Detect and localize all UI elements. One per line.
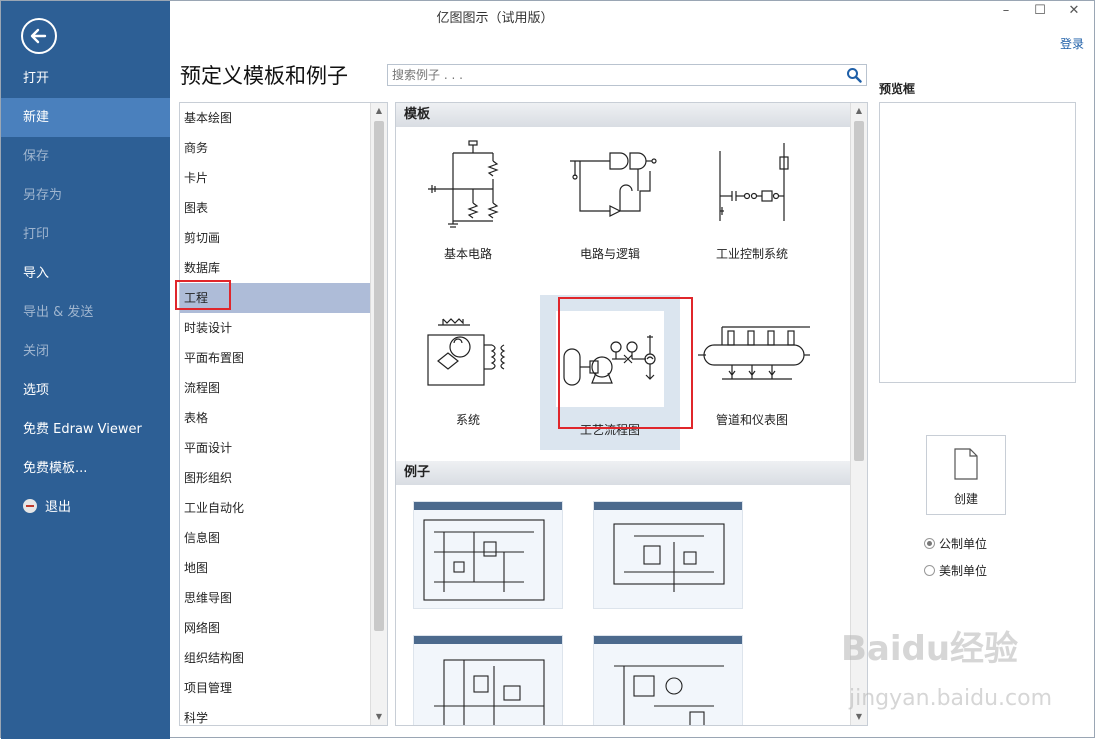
nav-free-templates[interactable]: 免费模板... bbox=[1, 449, 170, 488]
template-label: 管道和仪表图 bbox=[715, 413, 788, 427]
close-button[interactable]: ✕ bbox=[1059, 3, 1089, 21]
scroll-down-icon[interactable]: ▼ bbox=[371, 709, 387, 725]
template-label: 基本电路 bbox=[443, 247, 492, 261]
baidu-watermark-url: jingyan.baidu.com bbox=[849, 686, 1053, 711]
example-thumbnail[interactable] bbox=[593, 635, 743, 725]
nav-exit[interactable]: 退出 bbox=[1, 488, 170, 527]
baidu-watermark: Baidu经验 bbox=[841, 629, 1019, 669]
nav-save[interactable]: 保存 bbox=[1, 137, 170, 176]
preview-box bbox=[879, 102, 1076, 383]
category-item[interactable]: 网络图 bbox=[180, 613, 370, 643]
example-title-bar bbox=[414, 636, 562, 644]
scroll-down-icon[interactable]: ▼ bbox=[851, 709, 867, 725]
category-item[interactable]: 基本绘图 bbox=[180, 103, 370, 133]
scroll-up-icon[interactable]: ▲ bbox=[851, 103, 867, 119]
category-item[interactable]: 数据库 bbox=[180, 253, 370, 283]
template-label: 电路与逻辑 bbox=[579, 247, 640, 261]
template-card-industrial-control[interactable]: 工业控制系统 bbox=[682, 131, 822, 286]
basic-circuit-icon bbox=[428, 140, 499, 228]
annotation-highlight-template bbox=[558, 297, 693, 429]
unit-label: 公制单位 bbox=[939, 537, 988, 551]
category-item[interactable]: 平面设计 bbox=[180, 433, 370, 463]
industrial-control-icon bbox=[719, 143, 789, 221]
example-diagram-icon bbox=[614, 665, 724, 725]
category-item[interactable]: 地图 bbox=[180, 553, 370, 583]
template-card-circuit-logic[interactable]: 电路与逻辑 bbox=[540, 131, 680, 286]
create-button[interactable]: 创建 bbox=[926, 435, 1006, 515]
unit-us[interactable]: 美制单位 bbox=[924, 562, 987, 579]
nav-save-as[interactable]: 另存为 bbox=[1, 176, 170, 215]
nav-import[interactable]: 导入 bbox=[1, 254, 170, 293]
nav-options[interactable]: 选项 bbox=[1, 371, 170, 410]
nav-close[interactable]: 关闭 bbox=[1, 332, 170, 371]
unit-label: 美制单位 bbox=[939, 564, 988, 578]
scrollbar-thumb[interactable] bbox=[374, 121, 384, 631]
category-item[interactable]: 平面布置图 bbox=[180, 343, 370, 373]
category-item[interactable]: 流程图 bbox=[180, 373, 370, 403]
circuit-logic-icon bbox=[570, 152, 657, 217]
examples-header: 例子 bbox=[396, 461, 852, 485]
example-diagram-icon bbox=[613, 523, 725, 592]
category-item[interactable]: 图形组织 bbox=[180, 463, 370, 493]
example-diagram-icon bbox=[423, 519, 545, 601]
scrollbar-thumb[interactable] bbox=[854, 121, 864, 461]
piping-instrumentation-icon bbox=[698, 326, 810, 380]
exit-icon bbox=[23, 499, 37, 513]
nav-export-send[interactable]: 导出 & 发送 bbox=[1, 293, 170, 332]
category-item[interactable]: 图表 bbox=[180, 193, 370, 223]
search-box bbox=[387, 64, 867, 86]
minimize-button[interactable]: – bbox=[991, 3, 1021, 21]
category-item[interactable]: 科学 bbox=[180, 703, 370, 725]
scroll-up-icon[interactable]: ▲ bbox=[371, 103, 387, 119]
radio-checked-icon bbox=[924, 538, 935, 549]
category-item[interactable]: 工业自动化 bbox=[180, 493, 370, 523]
window-title: 亿图图示（试用版） bbox=[436, 11, 554, 26]
category-item[interactable]: 剪切画 bbox=[180, 223, 370, 253]
nav-free-viewer[interactable]: 免费 Edraw Viewer bbox=[1, 410, 170, 449]
example-thumbnail[interactable] bbox=[413, 635, 563, 725]
nav-new[interactable]: 新建 bbox=[1, 98, 170, 137]
new-document-icon bbox=[954, 448, 978, 480]
radio-unchecked-icon bbox=[924, 565, 935, 576]
system-icon bbox=[427, 318, 506, 386]
search-input[interactable] bbox=[388, 65, 828, 85]
nav-exit-label: 退出 bbox=[45, 500, 72, 515]
preview-label: 预览框 bbox=[879, 82, 916, 96]
category-scrollbar[interactable]: ▲ ▼ bbox=[370, 103, 387, 725]
category-item[interactable]: 商务 bbox=[180, 133, 370, 163]
search-icon[interactable] bbox=[846, 67, 862, 83]
category-item[interactable]: 组织结构图 bbox=[180, 643, 370, 673]
app-window: 打开 新建 保存 另存为 打印 导入 导出 & 发送 关闭 选项 免费 Edra… bbox=[0, 0, 1095, 739]
login-link[interactable]: 登录 bbox=[1060, 35, 1084, 52]
annotation-highlight-category bbox=[175, 280, 231, 310]
example-title-bar bbox=[594, 502, 742, 510]
backstage-nav: 打开 新建 保存 另存为 打印 导入 导出 & 发送 关闭 选项 免费 Edra… bbox=[1, 1, 170, 739]
category-item[interactable]: 信息图 bbox=[180, 523, 370, 553]
example-thumbnail[interactable] bbox=[413, 501, 563, 609]
template-card-basic-circuit[interactable]: 基本电路 bbox=[398, 131, 538, 286]
category-item[interactable]: 卡片 bbox=[180, 163, 370, 193]
templates-header: 模板 bbox=[396, 103, 852, 127]
category-item[interactable]: 思维导图 bbox=[180, 583, 370, 613]
example-diagram-icon bbox=[434, 659, 545, 725]
page-title: 预定义模板和例子 bbox=[180, 64, 348, 88]
back-button[interactable] bbox=[21, 18, 57, 54]
category-item[interactable]: 项目管理 bbox=[180, 673, 370, 703]
create-button-label: 创建 bbox=[953, 492, 978, 506]
example-title-bar bbox=[594, 636, 742, 644]
nav-open[interactable]: 打开 bbox=[1, 59, 170, 98]
category-item[interactable]: 表格 bbox=[180, 403, 370, 433]
arrow-left-icon bbox=[30, 28, 47, 44]
template-label: 工业控制系统 bbox=[715, 247, 788, 261]
example-thumbnail[interactable] bbox=[593, 501, 743, 609]
template-card-system[interactable]: 系统 bbox=[398, 295, 538, 450]
template-label: 系统 bbox=[455, 413, 480, 427]
category-item[interactable]: 时装设计 bbox=[180, 313, 370, 343]
category-list: 基本绘图 商务 卡片 图表 剪切画 数据库 工程 时装设计 平面布置图 流程图 … bbox=[179, 102, 388, 726]
template-card-piping-instrumentation[interactable]: 管道和仪表图 bbox=[682, 295, 822, 450]
maximize-button[interactable]: ☐ bbox=[1025, 3, 1055, 21]
nav-print[interactable]: 打印 bbox=[1, 215, 170, 254]
unit-metric[interactable]: 公制单位 bbox=[924, 535, 987, 552]
example-title-bar bbox=[414, 502, 562, 510]
